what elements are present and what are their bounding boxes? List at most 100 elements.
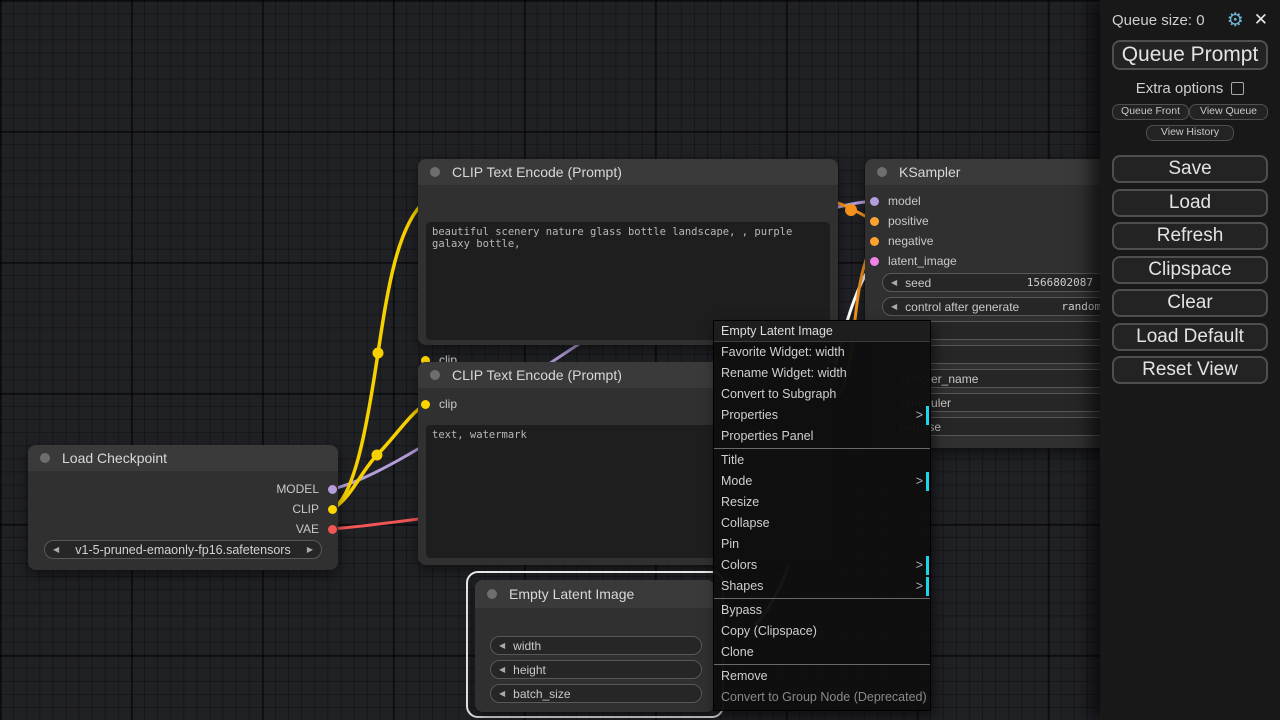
reset-view-button[interactable]: Reset View <box>1112 356 1268 384</box>
port-dot-model[interactable] <box>870 197 879 206</box>
port-dot-model[interactable] <box>328 485 337 494</box>
input-port-model[interactable]: model <box>870 192 921 210</box>
menu-item-colors[interactable]: Colors > <box>714 555 930 576</box>
menu-item-copy-clipspace[interactable]: Copy (Clipspace) <box>714 621 930 642</box>
close-icon[interactable]: ✕ <box>1254 10 1268 30</box>
menu-item-resize[interactable]: Resize <box>714 492 930 513</box>
collapse-dot-icon[interactable] <box>430 167 440 177</box>
widget-label: control after generate <box>905 300 1061 314</box>
menu-item-remove[interactable]: Remove <box>714 666 930 687</box>
clipspace-button[interactable]: Clipspace <box>1112 256 1268 284</box>
port-dot-vae[interactable] <box>328 525 337 534</box>
collapse-dot-icon[interactable] <box>40 453 50 463</box>
node-title-bar[interactable]: KSampler <box>865 159 1140 185</box>
port-dot-positive[interactable] <box>870 217 879 226</box>
next-option-icon[interactable]: ▶ <box>307 545 313 554</box>
extra-options-label: Extra options <box>1136 80 1224 97</box>
decrement-icon[interactable]: ◀ <box>499 689 505 698</box>
output-port-clip[interactable]: CLIP <box>292 500 337 518</box>
widget-ckpt-name[interactable]: ◀ v1-5-pruned-emaonly-fp16.safetensors ▶ <box>44 540 322 559</box>
input-port-clip[interactable]: clip <box>421 395 457 413</box>
menu-item-mode[interactable]: Mode > <box>714 471 930 492</box>
widget-width[interactable]: ◀ width <box>490 636 702 655</box>
port-label: CLIP <box>292 502 319 516</box>
decrement-icon[interactable]: ◀ <box>891 302 897 311</box>
widget-label: batch_size <box>513 687 693 701</box>
port-label: VAE <box>296 522 319 536</box>
port-dot-latent[interactable] <box>870 257 879 266</box>
widget-control-after-generate[interactable]: ◀ control after generate randomize <box>882 297 1130 316</box>
decrement-icon[interactable]: ◀ <box>499 641 505 650</box>
port-dot-negative[interactable] <box>870 237 879 246</box>
node-clip-text-encode-1[interactable]: CLIP Text Encode (Prompt) clip CONDITION… <box>418 159 838 345</box>
menu-item-clone[interactable]: Clone <box>714 642 930 663</box>
widget-label: width <box>513 639 693 653</box>
menu-item-title[interactable]: Title <box>714 450 930 471</box>
node-title: KSampler <box>899 164 960 180</box>
decrement-icon[interactable]: ◀ <box>891 278 897 287</box>
menu-item-shapes[interactable]: Shapes > <box>714 576 930 597</box>
node-title-bar[interactable]: Empty Latent Image <box>475 580 715 608</box>
submenu-arrow-icon: > <box>916 405 923 426</box>
decrement-icon[interactable]: ◀ <box>499 665 505 674</box>
port-dot-clip[interactable] <box>421 400 430 409</box>
menu-item-properties[interactable]: Properties > <box>714 405 930 426</box>
menu-item-label: Colors <box>721 558 757 572</box>
save-button[interactable]: Save <box>1112 155 1268 183</box>
node-load-checkpoint[interactable]: Load Checkpoint MODEL CLIP VAE ◀ v1-5-pr… <box>28 445 338 570</box>
wire-dot[interactable] <box>372 450 383 461</box>
submenu-marker <box>926 556 929 575</box>
menu-item-convert-to-subgraph[interactable]: Convert to Subgraph <box>714 384 930 405</box>
node-context-menu: Empty Latent Image Favorite Widget: widt… <box>713 320 931 711</box>
submenu-marker <box>926 472 929 491</box>
widget-batch-size[interactable]: ◀ batch_size <box>490 684 702 703</box>
menu-item-rename-widget[interactable]: Rename Widget: width <box>714 363 930 384</box>
output-port-model[interactable]: MODEL <box>276 480 337 498</box>
menu-separator <box>714 598 930 599</box>
port-label: latent_image <box>888 254 957 268</box>
refresh-button[interactable]: Refresh <box>1112 222 1268 250</box>
node-title: Empty Latent Image <box>509 586 634 602</box>
widget-label: sampler_name <box>899 372 1121 386</box>
load-default-button[interactable]: Load Default <box>1112 323 1268 351</box>
clear-button[interactable]: Clear <box>1112 289 1268 317</box>
node-title: CLIP Text Encode (Prompt) <box>452 367 622 383</box>
submenu-marker <box>926 406 929 425</box>
collapse-dot-icon[interactable] <box>430 370 440 380</box>
node-empty-latent-image[interactable]: Empty Latent Image ◀ width ◀ height ◀ ba… <box>475 580 715 712</box>
view-history-button[interactable]: View History <box>1146 125 1234 141</box>
menu-item-label: Shapes <box>721 579 763 593</box>
submenu-arrow-icon: > <box>916 471 923 492</box>
menu-item-collapse[interactable]: Collapse <box>714 513 930 534</box>
menu-separator <box>714 664 930 665</box>
widget-seed[interactable]: ◀ seed 1566802087 <box>882 273 1130 292</box>
input-port-negative[interactable]: negative <box>870 232 933 250</box>
extra-options-checkbox[interactable] <box>1231 82 1244 95</box>
menu-title: Empty Latent Image <box>714 321 930 342</box>
menu-item-favorite-widget[interactable]: Favorite Widget: width <box>714 342 930 363</box>
menu-item-properties-panel[interactable]: Properties Panel <box>714 426 930 447</box>
output-port-vae[interactable]: VAE <box>296 520 337 538</box>
input-port-latent-image[interactable]: latent_image <box>870 252 957 270</box>
load-button[interactable]: Load <box>1112 189 1268 217</box>
collapse-dot-icon[interactable] <box>487 589 497 599</box>
view-queue-button[interactable]: View Queue <box>1189 104 1268 120</box>
input-port-positive[interactable]: positive <box>870 212 929 230</box>
node-title-bar[interactable]: CLIP Text Encode (Prompt) <box>418 159 838 185</box>
widget-height[interactable]: ◀ height <box>490 660 702 679</box>
menu-item-pin[interactable]: Pin <box>714 534 930 555</box>
port-label: MODEL <box>276 482 319 496</box>
wire-dot[interactable] <box>373 348 384 359</box>
collapse-dot-icon[interactable] <box>877 167 887 177</box>
queue-front-button[interactable]: Queue Front <box>1112 104 1189 120</box>
node-title: CLIP Text Encode (Prompt) <box>452 164 622 180</box>
node-title-bar[interactable]: Load Checkpoint <box>28 445 338 471</box>
settings-gear-icon[interactable]: ⚙ <box>1227 9 1244 32</box>
submenu-marker <box>926 577 929 596</box>
port-dot-clip[interactable] <box>328 505 337 514</box>
wire-dot[interactable] <box>845 204 857 216</box>
menu-item-bypass[interactable]: Bypass <box>714 600 930 621</box>
queue-prompt-button[interactable]: Queue Prompt <box>1112 40 1268 70</box>
widget-label: seed <box>905 276 1027 290</box>
widget-value: 1566802087 <box>1027 276 1093 289</box>
